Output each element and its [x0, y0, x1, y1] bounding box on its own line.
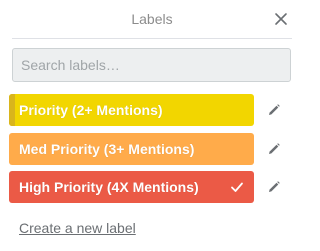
- label-chip-high-priority[interactable]: High Priority (4X Mentions): [9, 171, 254, 203]
- header-divider: [12, 38, 292, 39]
- popover-title: Labels: [131, 11, 173, 27]
- pencil-icon[interactable]: [267, 142, 281, 156]
- popover-header: Labels: [0, 0, 304, 38]
- label-chip-med-priority[interactable]: Med Priority (3+ Mentions): [9, 133, 254, 165]
- create-new-label-link[interactable]: Create a new label: [19, 219, 136, 237]
- pencil-icon[interactable]: [267, 103, 281, 117]
- search-labels-input[interactable]: [12, 48, 291, 82]
- pencil-icon[interactable]: [267, 180, 281, 194]
- labels-popover: Labels Priority (2+ Mentions) Med Priori…: [0, 0, 304, 251]
- label-text: Med Priority (3+ Mentions): [19, 141, 195, 157]
- label-chip-priority[interactable]: Priority (2+ Mentions): [9, 94, 254, 126]
- check-icon: [231, 182, 243, 192]
- label-selection-stripe: [9, 94, 15, 126]
- close-icon[interactable]: [274, 12, 288, 26]
- label-text: High Priority (4X Mentions): [19, 179, 199, 195]
- label-text: Priority (2+ Mentions): [19, 102, 163, 118]
